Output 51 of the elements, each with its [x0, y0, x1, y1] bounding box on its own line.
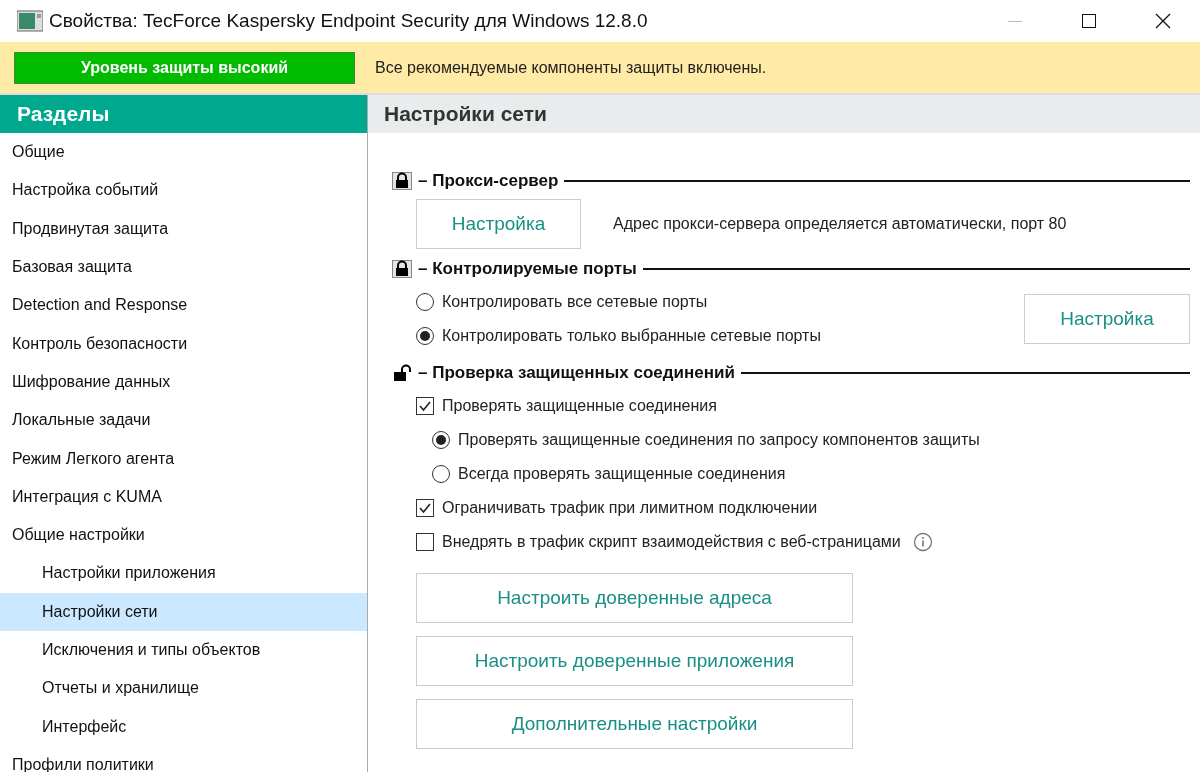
- sidebar-item[interactable]: Базовая защита: [0, 247, 367, 287]
- app-icon: [17, 10, 43, 32]
- radio-button[interactable]: [416, 293, 434, 311]
- maximize-icon: [1082, 14, 1096, 28]
- status-message: Все рекомендуемые компоненты защиты включены.: [375, 57, 767, 78]
- sidebar-item[interactable]: Detection and Response: [0, 286, 367, 325]
- option-label: Проверять защищенные соединения: [442, 396, 717, 416]
- radio-button[interactable]: [432, 431, 450, 449]
- radio-button[interactable]: [416, 327, 434, 345]
- sidebar-item[interactable]: Настройки сети: [0, 592, 367, 631]
- option-label: Всегда проверять защищенные соединения: [458, 464, 786, 484]
- section-title: – Прокси-сервер: [418, 170, 559, 193]
- option-label: Контролировать все сетевые порты: [442, 292, 708, 312]
- sidebar-item[interactable]: Общие настройки: [0, 515, 367, 555]
- padlock-icon[interactable]: [392, 260, 412, 278]
- sidebar-item[interactable]: Режим Легкого агента: [0, 439, 367, 478]
- option-label: Контролировать только выбранные сетевые порты: [442, 326, 821, 346]
- sidebar-item[interactable]: Исключения и типы объектов: [0, 630, 367, 670]
- sidebar-item[interactable]: Контроль безопасности: [0, 324, 367, 363]
- action-button[interactable]: Настроить доверенные адреса: [416, 573, 853, 623]
- option-label: Внедрять в трафик скрипт взаимодействия с веб-страницами: [442, 532, 901, 552]
- open-padlock-icon[interactable]: [392, 364, 412, 382]
- sidebar-item[interactable]: Продвинутая защита: [0, 209, 367, 248]
- option-label: Проверять защищенные соединения по запросу компонентов защиты: [458, 430, 980, 450]
- checkbox[interactable]: [416, 533, 434, 551]
- option-label: Ограничивать трафик при лимитном подключении: [442, 498, 818, 518]
- padlock-icon[interactable]: [392, 172, 412, 190]
- section-title: – Проверка защищенных соединений: [418, 362, 735, 385]
- sidebar-item[interactable]: Локальные задачи: [0, 401, 367, 440]
- settings-button[interactable]: Настройка: [416, 199, 581, 249]
- proxy-note: Адрес прокси-сервера определяется автоматически, порт 80: [613, 214, 1067, 234]
- sidebar-item[interactable]: Интеграция с KUMA: [0, 477, 367, 516]
- content-header: Настройки сети: [368, 95, 1200, 133]
- action-button[interactable]: Дополнительные настройки: [416, 699, 853, 749]
- radio-button[interactable]: [432, 465, 450, 483]
- sidebar-item[interactable]: Общие: [0, 133, 367, 172]
- action-button[interactable]: Настроить доверенные приложения: [416, 636, 853, 686]
- sidebar-item[interactable]: Отчеты и хранилище: [0, 669, 367, 708]
- close-icon: [1155, 13, 1171, 29]
- checkbox[interactable]: [416, 397, 434, 415]
- protection-level-badge: Уровень защиты высокий: [14, 51, 355, 84]
- sidebar-item[interactable]: Шифрование данных: [0, 362, 367, 402]
- sidebar-item[interactable]: Интерфейс: [0, 707, 367, 746]
- section-title: – Контролируемые порты: [418, 258, 637, 281]
- sidebar-header: Разделы: [0, 95, 367, 133]
- info-icon[interactable]: [912, 532, 933, 552]
- checkbox[interactable]: [416, 499, 434, 517]
- sidebar-item[interactable]: Настройки приложения: [0, 554, 367, 593]
- settings-button[interactable]: Настройка: [1024, 294, 1190, 344]
- window-title: Свойства: TecForce Kaspersky Endpoint Security для Windows 12.8.0: [49, 8, 648, 33]
- sidebar-item[interactable]: Настройка событий: [0, 171, 367, 210]
